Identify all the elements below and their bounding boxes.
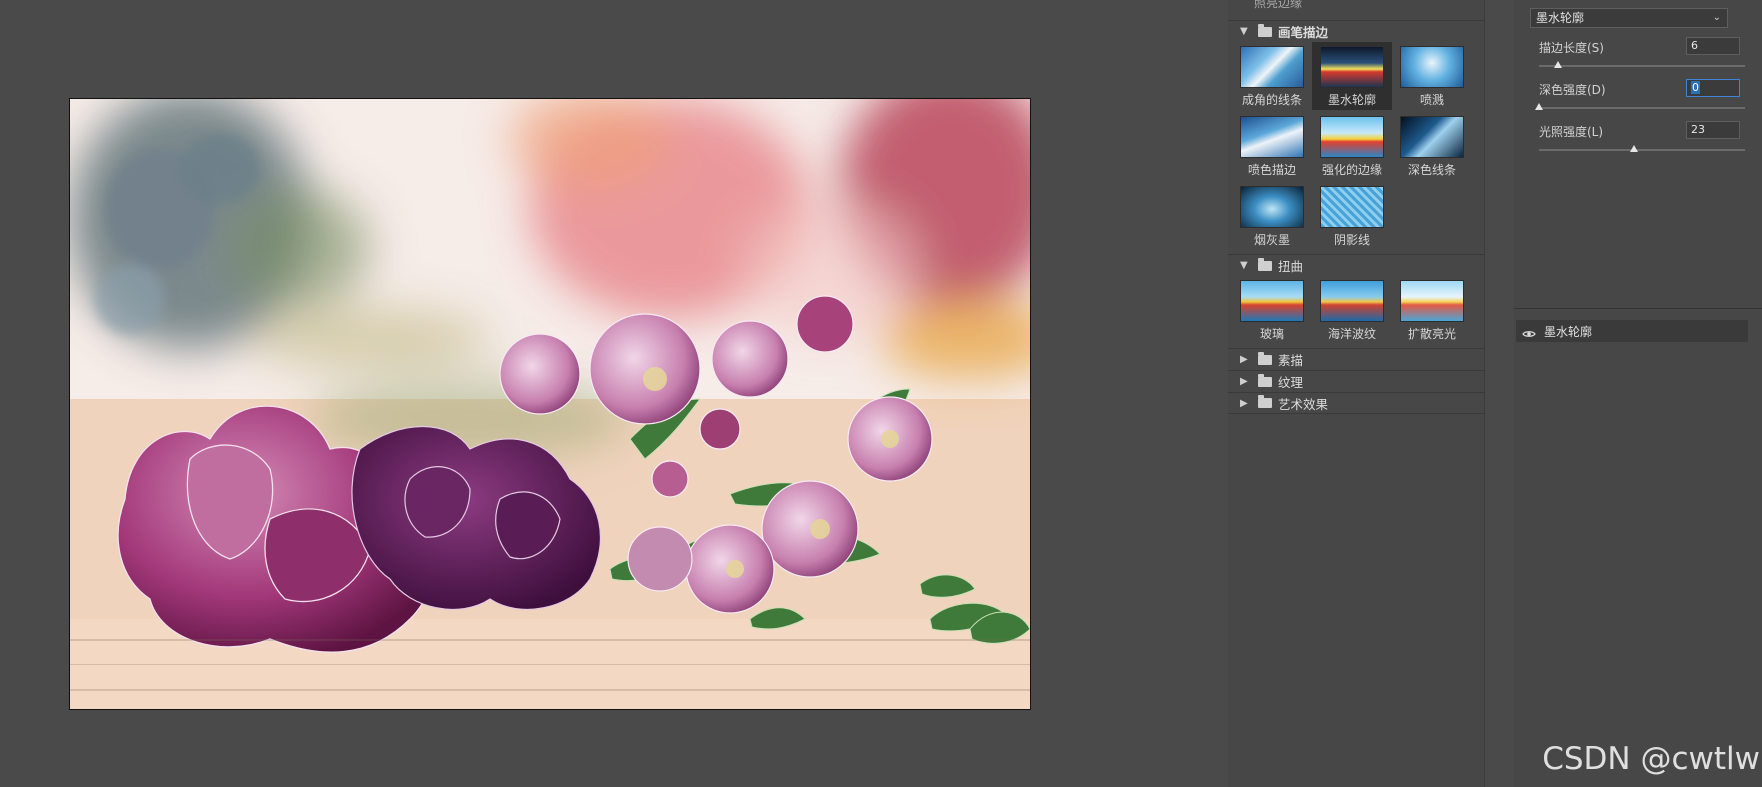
filter-preview-canvas[interactable]	[69, 98, 1031, 710]
group-artistic[interactable]: ▶ 艺术效果	[1228, 392, 1484, 414]
thumb-label: 玻璃	[1259, 327, 1284, 341]
thumb-label: 扩散亮光	[1407, 327, 1456, 341]
filter-thumb-accented-edges[interactable]: 强化的边缘	[1312, 112, 1392, 180]
dark-intensity-slider-thumb[interactable]	[1535, 103, 1543, 110]
group-label: 纹理	[1278, 375, 1304, 390]
effect-layer-row[interactable]: 墨水轮廓	[1516, 320, 1748, 342]
filter-thumb-sprayed-strokes[interactable]: 喷色描边	[1232, 112, 1312, 180]
light-intensity-input[interactable]: 23	[1686, 121, 1740, 139]
thumb-label: 成角的线条	[1241, 93, 1302, 107]
group-distort[interactable]: ▼ 扭曲	[1228, 254, 1484, 276]
thumb-image	[1400, 116, 1464, 158]
stroke-length-slider[interactable]	[1539, 65, 1745, 67]
thumb-label: 墨水轮廓	[1327, 93, 1376, 107]
group-label: 扭曲	[1278, 259, 1304, 274]
thumb-image	[1320, 116, 1384, 158]
light-intensity-slider-thumb[interactable]	[1629, 145, 1638, 152]
triangle-collapsed-icon: ▶	[1240, 376, 1248, 387]
group-label: 艺术效果	[1278, 396, 1329, 412]
group-label: 素描	[1278, 353, 1304, 368]
filter-settings-panel: 墨水轮廓 ⌄ 描边长度(S) 6 深色强度(D) 0 光照强度(L) 23 墨水…	[1514, 0, 1762, 787]
filter-thumb-ocean-ripple[interactable]: 海洋波纹	[1312, 276, 1392, 344]
folder-icon	[1258, 373, 1272, 387]
panel-separator	[1484, 0, 1485, 787]
filter-select-value: 墨水轮廓	[1536, 11, 1585, 25]
thumb-label: 喷溅	[1419, 93, 1444, 107]
filter-thumb-spatter[interactable]: 喷溅	[1392, 42, 1472, 110]
effect-layer-name: 墨水轮廓	[1544, 324, 1593, 339]
triangle-collapsed-icon: ▶	[1240, 354, 1248, 365]
folder-icon	[1258, 23, 1272, 37]
thumb-image	[1240, 280, 1304, 322]
preview-image	[70, 99, 1030, 709]
thumb-image	[1320, 186, 1384, 228]
folder-icon	[1258, 257, 1272, 271]
stroke-length-slider-thumb[interactable]	[1553, 61, 1562, 68]
group-brush-strokes[interactable]: ▼ 画笔描边	[1228, 20, 1484, 42]
stroke-length-input[interactable]: 6	[1686, 37, 1740, 55]
filter-gallery: 照亮边缘 ▼ 画笔描边 成角的线条 墨水轮廓 喷溅 喷色描边 强化的边缘 深色线…	[1228, 0, 1484, 787]
thumb-label: 烟灰墨	[1253, 233, 1290, 247]
thumb-image	[1240, 116, 1304, 158]
filter-thumb-glass[interactable]: 玻璃	[1232, 276, 1312, 344]
triangle-collapsed-icon: ▶	[1240, 397, 1248, 409]
filter-thumb-angled-strokes[interactable]: 成角的线条	[1232, 42, 1312, 110]
dark-intensity-slider[interactable]	[1539, 107, 1745, 109]
filter-thumb-diffuse-glow[interactable]: 扩散亮光	[1392, 276, 1472, 344]
thumb-image	[1240, 46, 1304, 88]
eye-icon[interactable]	[1522, 327, 1536, 337]
group-label: 画笔描边	[1278, 25, 1329, 40]
thumb-label: 海洋波纹	[1327, 327, 1376, 341]
filter-thumb-ink-outlines[interactable]: 墨水轮廓	[1312, 42, 1392, 110]
filter-thumb-sumi-e[interactable]: 烟灰墨	[1232, 182, 1312, 250]
thumb-image	[1400, 46, 1464, 88]
thumb-image	[1320, 280, 1384, 322]
filter-label-partial: 照亮边缘	[1254, 0, 1303, 10]
group-sketch[interactable]: ▶ 素描	[1228, 348, 1484, 370]
light-intensity-label: 光照强度(L)	[1539, 125, 1604, 139]
thumb-image	[1320, 46, 1384, 88]
group-texture[interactable]: ▶ 纹理	[1228, 370, 1484, 392]
folder-icon	[1258, 351, 1272, 365]
dark-intensity-label: 深色强度(D)	[1539, 83, 1606, 97]
triangle-expand-icon: ▼	[1240, 26, 1248, 37]
chevron-down-icon: ⌄	[1712, 12, 1721, 23]
thumb-image	[1400, 280, 1464, 322]
triangle-expand-icon: ▼	[1240, 260, 1248, 271]
stroke-length-label: 描边长度(S)	[1539, 41, 1604, 55]
thumb-label: 阴影线	[1333, 233, 1370, 247]
thumb-label: 深色线条	[1407, 163, 1456, 177]
settings-divider	[1514, 308, 1762, 309]
light-intensity-slider[interactable]	[1539, 149, 1745, 151]
watermark-text: CSDN @cwtlw	[1542, 741, 1760, 777]
dark-intensity-input[interactable]: 0	[1686, 79, 1740, 97]
filter-select-dropdown[interactable]: 墨水轮廓 ⌄	[1530, 8, 1728, 28]
thumb-label: 喷色描边	[1247, 163, 1296, 177]
folder-icon	[1258, 395, 1272, 408]
filter-thumb-crosshatch[interactable]: 阴影线	[1312, 182, 1392, 250]
thumb-label: 强化的边缘	[1321, 163, 1382, 177]
thumb-image	[1240, 186, 1304, 228]
filter-thumb-dark-strokes[interactable]: 深色线条	[1392, 112, 1472, 180]
